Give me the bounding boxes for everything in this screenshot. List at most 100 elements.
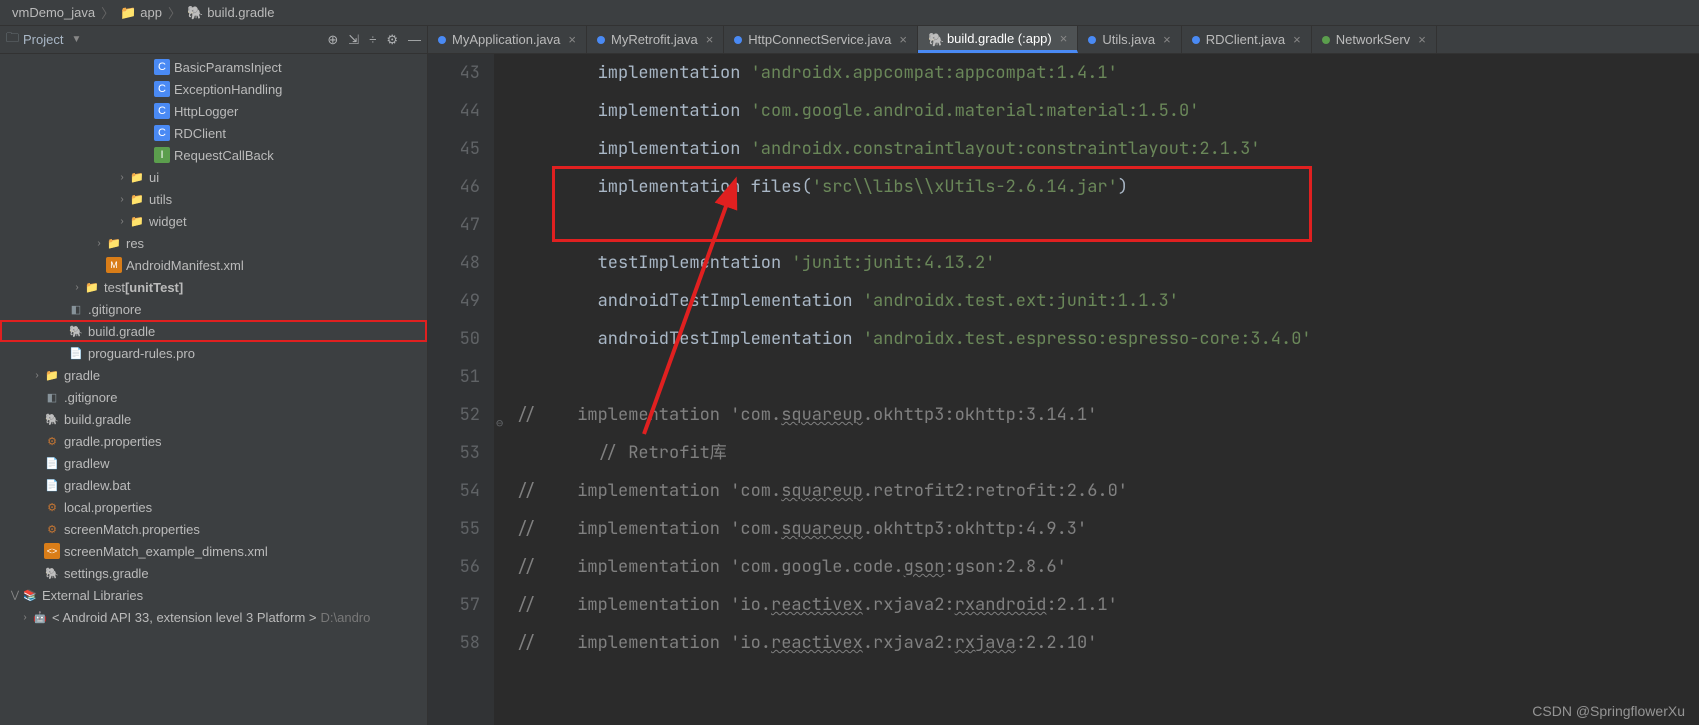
tree-item[interactable]: ›📁test [unitTest] — [0, 276, 427, 298]
tree-item-label: gradle — [64, 368, 100, 383]
code-line[interactable]: implementation files('src\\libs\\xUtils-… — [516, 168, 1699, 206]
line-number: 44 — [428, 92, 480, 130]
dropdown-icon[interactable]: ▼ — [71, 34, 81, 45]
line-number: 57 — [428, 586, 480, 624]
tree-item[interactable]: IRequestCallBack — [0, 144, 427, 166]
close-icon[interactable]: × — [568, 32, 576, 47]
crumb-app[interactable]: 📁app — [116, 5, 166, 21]
tab-label: HttpConnectService.java — [748, 32, 891, 47]
project-title: Project — [23, 32, 63, 47]
code-line[interactable]: androidTestImplementation 'androidx.test… — [516, 320, 1699, 358]
tree-item-label: local.properties — [64, 500, 152, 515]
tree-item[interactable]: ⋁📚 External Libraries — [0, 584, 427, 606]
tree-item[interactable]: <>screenMatch_example_dimens.xml — [0, 540, 427, 562]
tab-label: NetworkServ — [1336, 32, 1410, 47]
tree-item[interactable]: ◧.gitignore — [0, 386, 427, 408]
crumb-file[interactable]: 🐘build.gradle — [183, 5, 278, 21]
cfg-icon: ⚙ — [44, 521, 60, 537]
code-line[interactable]: // implementation 'io.reactivex.rxjava2:… — [516, 624, 1699, 662]
tree-item-path: D:\andro — [321, 610, 371, 625]
kt-icon: C — [154, 125, 170, 141]
kt-icon: C — [154, 59, 170, 75]
code-line[interactable]: testImplementation 'junit:junit:4.13.2' — [516, 244, 1699, 282]
file-icon: 📄 — [44, 477, 60, 493]
tree-arrow-icon: › — [115, 172, 129, 183]
tree-item[interactable]: CHttpLogger — [0, 100, 427, 122]
tree-item[interactable]: 📄gradlew — [0, 452, 427, 474]
close-icon[interactable]: × — [899, 32, 907, 47]
code-line[interactable] — [516, 206, 1699, 244]
expand-icon[interactable]: ⇲ — [348, 32, 359, 48]
tree-item[interactable]: ›🤖< Android API 33, extension level 3 Pl… — [0, 606, 427, 628]
tree-item[interactable]: ›📁gradle — [0, 364, 427, 386]
tree-item-label: settings.gradle — [64, 566, 149, 581]
tree-item[interactable]: CBasicParamsInject — [0, 56, 427, 78]
code-line[interactable]: implementation 'com.google.android.mater… — [516, 92, 1699, 130]
tree-item[interactable]: 📄proguard-rules.pro — [0, 342, 427, 364]
code-editor[interactable]: 43444546474849505152535455565758 impleme… — [428, 54, 1699, 725]
tree-item-label: gradlew.bat — [64, 478, 131, 493]
code-line[interactable]: // implementation 'com.squareup.retrofit… — [516, 472, 1699, 510]
tree-item-label: < Android API 33, extension level 3 Plat… — [52, 610, 317, 625]
editor-tab[interactable]: RDClient.java× — [1182, 26, 1312, 53]
code-area[interactable]: implementation 'androidx.appcompat:appco… — [494, 54, 1699, 725]
code-line[interactable]: // Retrofit库 — [516, 434, 1699, 472]
tree-item[interactable]: ›📁utils — [0, 188, 427, 210]
tree-item[interactable]: ›📁res — [0, 232, 427, 254]
close-icon[interactable]: × — [1163, 32, 1171, 47]
crumb-root[interactable]: vmDemo_java — [8, 5, 99, 20]
code-line[interactable]: implementation 'androidx.constraintlayou… — [516, 130, 1699, 168]
code-line[interactable]: implementation 'androidx.appcompat:appco… — [516, 54, 1699, 92]
tree-item[interactable]: ⚙screenMatch.properties — [0, 518, 427, 540]
editor-tab[interactable]: Utils.java× — [1078, 26, 1181, 53]
editor-tab[interactable]: 🐘build.gradle (:app)× — [918, 26, 1078, 53]
tree-item[interactable]: CExceptionHandling — [0, 78, 427, 100]
tree-item[interactable]: ◧.gitignore — [0, 298, 427, 320]
tree-item[interactable]: ›📁widget — [0, 210, 427, 232]
tree-item[interactable]: ›📁ui — [0, 166, 427, 188]
project-tree[interactable]: CBasicParamsInjectCExceptionHandlingCHtt… — [0, 54, 427, 725]
close-icon[interactable]: × — [706, 32, 714, 47]
file-type-icon — [1192, 36, 1200, 44]
tree-item[interactable]: 🐘settings.gradle — [0, 562, 427, 584]
line-number: 52 — [428, 396, 480, 434]
file-icon: 📄 — [44, 455, 60, 471]
editor-tab[interactable]: NetworkServ × — [1312, 26, 1437, 53]
tree-item-label: .gitignore — [88, 302, 141, 317]
close-icon[interactable]: × — [1060, 31, 1068, 46]
fold-icon[interactable]: ⊖ — [496, 404, 503, 442]
tree-item[interactable]: C RDClient — [0, 122, 427, 144]
close-icon[interactable]: × — [1293, 32, 1301, 47]
code-line[interactable] — [516, 358, 1699, 396]
tree-item-label: ui — [149, 170, 159, 185]
tab-label: MyApplication.java — [452, 32, 560, 47]
hide-icon[interactable]: — — [408, 32, 421, 48]
tree-item[interactable]: 🐘build.gradle — [0, 320, 427, 342]
fld-icon: 📚 — [22, 587, 38, 603]
editor-tab[interactable]: HttpConnectService.java × — [724, 26, 918, 53]
code-line[interactable]: // implementation 'com.google.code.gson:… — [516, 548, 1699, 586]
tree-item-label: External Libraries — [42, 588, 143, 603]
collapse-icon[interactable]: ÷ — [369, 32, 376, 48]
code-line[interactable]: // implementation 'io.reactivex.rxjava2:… — [516, 586, 1699, 624]
close-icon[interactable]: × — [1418, 32, 1426, 47]
tree-arrow-icon: ⋁ — [8, 590, 22, 601]
code-line[interactable]: androidTestImplementation 'androidx.test… — [516, 282, 1699, 320]
code-line[interactable]: // implementation 'com.squareup.okhttp3:… — [516, 396, 1699, 434]
editor-tab[interactable]: MyApplication.java × — [428, 26, 587, 53]
tree-item[interactable]: ⚙local.properties — [0, 496, 427, 518]
editor-tab[interactable]: MyRetrofit.java× — [587, 26, 724, 53]
intf-icon: I — [154, 147, 170, 163]
tree-item-label: res — [126, 236, 144, 251]
tree-item-label: RDClient — [174, 126, 226, 141]
tree-item[interactable]: ⚙gradle.properties — [0, 430, 427, 452]
crumb-file-label: build.gradle — [207, 5, 274, 20]
line-number: 48 — [428, 244, 480, 282]
breadcrumb: vmDemo_java 〉 📁app 〉 🐘build.gradle — [0, 0, 1699, 26]
locate-icon[interactable]: ⊕ — [327, 32, 338, 48]
tree-item[interactable]: MAndroidManifest.xml — [0, 254, 427, 276]
code-line[interactable]: // implementation 'com.squareup.okhttp3:… — [516, 510, 1699, 548]
tree-item[interactable]: 📄 gradlew.bat — [0, 474, 427, 496]
tree-item[interactable]: 🐘build.gradle — [0, 408, 427, 430]
settings-icon[interactable]: ⚙ — [386, 32, 398, 48]
